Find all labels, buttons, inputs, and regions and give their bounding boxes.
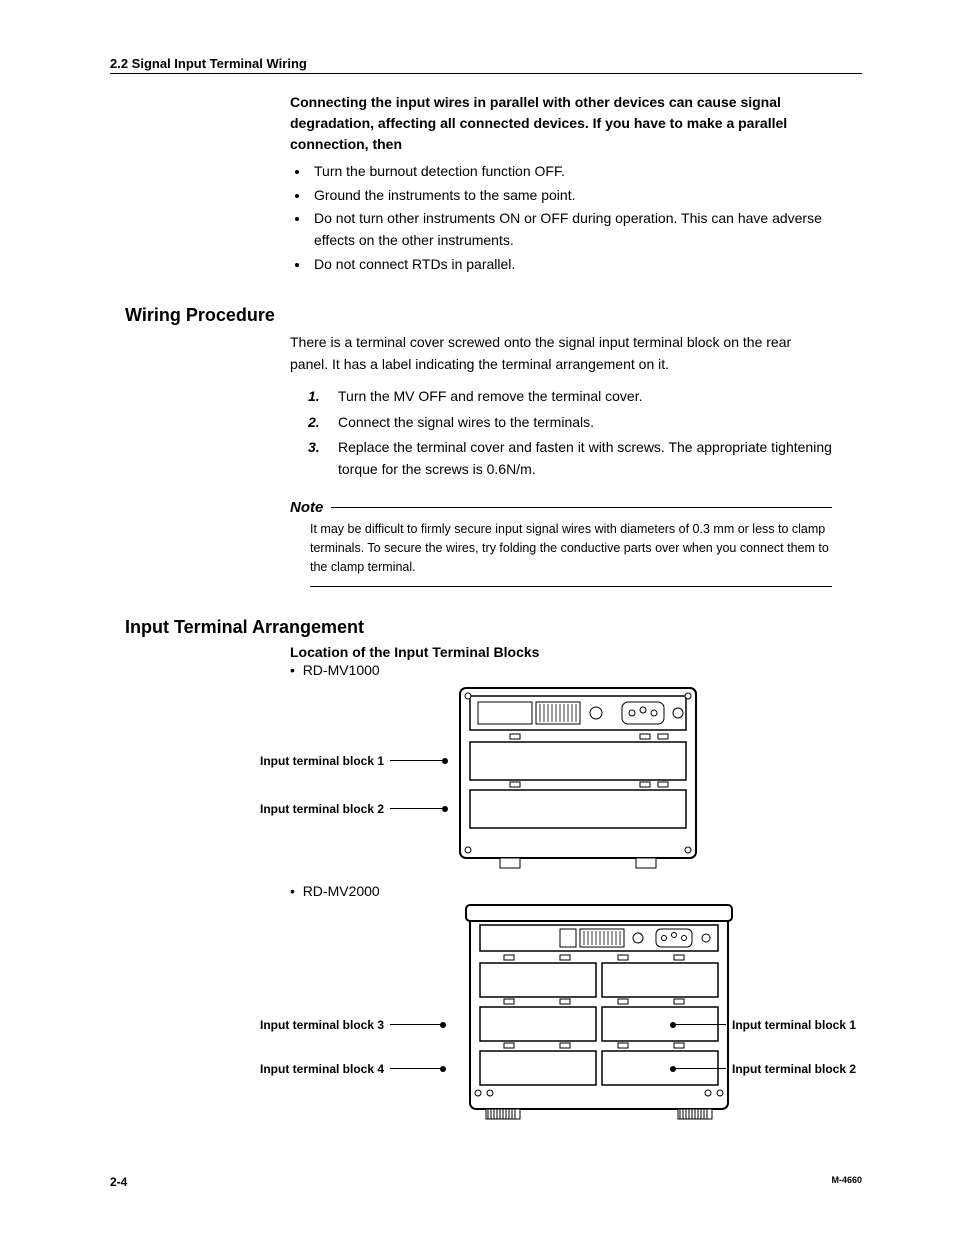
note-body: It may be difficult to firmly secure inp… (310, 520, 832, 587)
note-rule (331, 507, 832, 508)
list-item: Ground the instruments to the same point… (310, 185, 862, 207)
doc-id: M-4660 (831, 1175, 862, 1189)
list-item: Do not connect RTDs in parallel. (310, 254, 862, 276)
callout-block2: Input terminal block 2 (260, 802, 480, 816)
intro-paragraph: Connecting the input wires in parallel w… (290, 92, 822, 155)
list-item: Do not turn other instruments ON or OFF … (310, 208, 862, 251)
callout-block4: Input terminal block 4 (260, 1062, 520, 1076)
model-1-label: • RD-MV1000 (290, 662, 862, 678)
callout-block2-r: Input terminal block 2 (670, 1062, 856, 1076)
wiring-heading: Wiring Procedure (125, 305, 862, 326)
intro-bullets: Turn the burnout detection function OFF.… (290, 161, 862, 275)
list-item: Turn the MV OFF and remove the terminal … (330, 386, 862, 408)
list-item: Connect the signal wires to the terminal… (330, 412, 862, 434)
model-2-label: • RD-MV2000 (290, 883, 862, 899)
arrangement-heading: Input Terminal Arrangement (125, 617, 862, 638)
note-label: Note (290, 499, 323, 516)
device-rear-illustration-2 (310, 903, 870, 1123)
list-item: Replace the terminal cover and fasten it… (330, 437, 862, 480)
device-rear-illustration (400, 682, 760, 872)
callout-block3: Input terminal block 3 (260, 1018, 520, 1032)
page-footer: 2-4 M-4660 (110, 1175, 862, 1189)
callout-block1: Input terminal block 1 (260, 754, 480, 768)
wiring-paragraph: There is a terminal cover screwed onto t… (290, 332, 832, 375)
page-number: 2-4 (110, 1175, 127, 1189)
section-header: 2.2 Signal Input Terminal Wiring (110, 56, 862, 74)
arrangement-subheading: Location of the Input Terminal Blocks (290, 644, 862, 660)
list-item: Turn the burnout detection function OFF. (310, 161, 862, 183)
wiring-steps: Turn the MV OFF and remove the terminal … (310, 386, 862, 481)
note-header: Note (290, 499, 862, 516)
diagram-rd-mv2000: Input terminal block 3 Input terminal bl… (310, 903, 870, 1128)
diagram-rd-mv1000: Input terminal block 1 Input terminal bl… (400, 682, 820, 877)
callout-block1-r: Input terminal block 1 (670, 1018, 856, 1032)
